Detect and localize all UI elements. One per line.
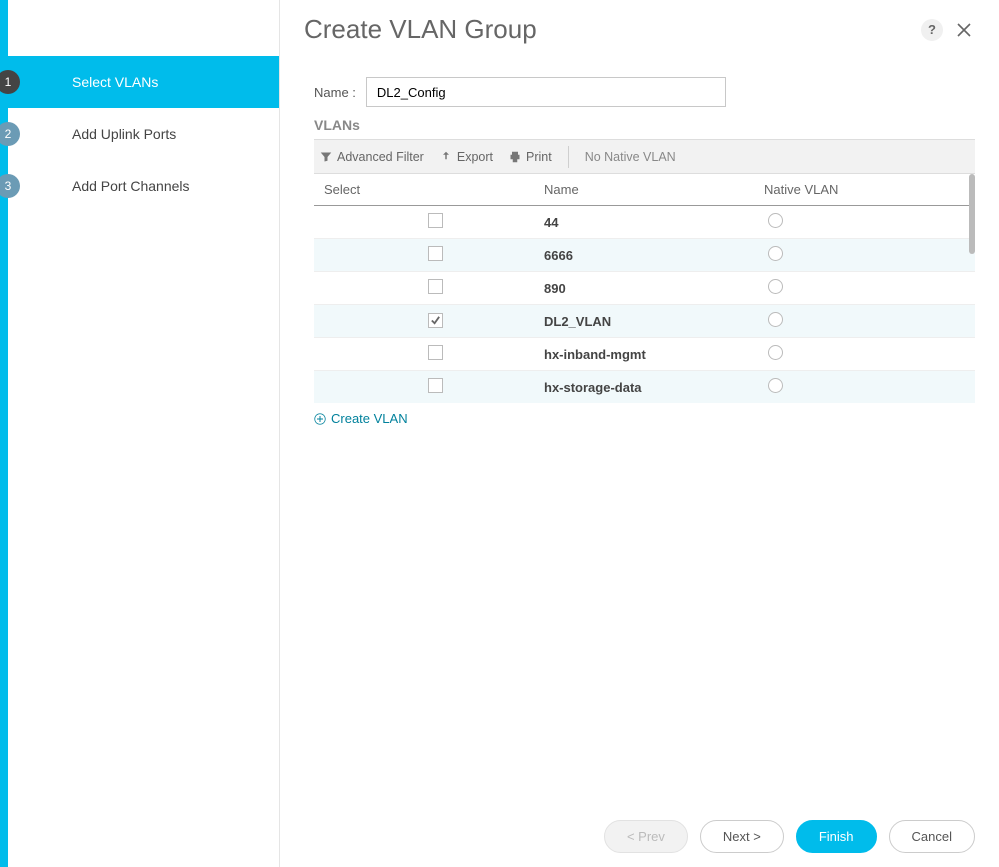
create-vlan-label: Create VLAN bbox=[331, 411, 408, 426]
select-checkbox[interactable] bbox=[428, 378, 443, 393]
select-checkbox[interactable] bbox=[428, 213, 443, 228]
step-label: Add Uplink Ports bbox=[72, 126, 176, 142]
native-vlan-radio[interactable] bbox=[768, 279, 783, 294]
wizard-sidebar: 1Select VLANs2Add Uplink Ports3Add Port … bbox=[8, 0, 280, 867]
vlan-name-cell: hx-inband-mgmt bbox=[534, 338, 754, 371]
advanced-filter-label: Advanced Filter bbox=[337, 150, 424, 164]
vlans-section-label: VLANs bbox=[314, 117, 975, 133]
select-checkbox[interactable] bbox=[428, 313, 443, 328]
help-icon[interactable]: ? bbox=[921, 19, 943, 41]
vlan-name-cell: 44 bbox=[534, 206, 754, 239]
table-row: hx-inband-mgmt bbox=[314, 338, 975, 371]
print-button[interactable]: Print bbox=[509, 150, 552, 164]
no-native-vlan-label: No Native VLAN bbox=[585, 150, 676, 164]
filter-icon bbox=[320, 151, 332, 163]
col-header-native: Native VLAN bbox=[754, 174, 975, 206]
export-icon bbox=[440, 151, 452, 163]
wizard-step-1[interactable]: 1Select VLANs bbox=[8, 56, 279, 108]
native-vlan-radio[interactable] bbox=[768, 345, 783, 360]
table-toolbar: Advanced Filter Export Print No Native V… bbox=[314, 140, 975, 174]
step-number-badge: 3 bbox=[0, 174, 20, 198]
scrollbar-thumb[interactable] bbox=[969, 174, 975, 254]
name-input[interactable] bbox=[366, 77, 726, 107]
select-checkbox[interactable] bbox=[428, 246, 443, 261]
main-panel: Create VLAN Group ? Name : VLANs Advance… bbox=[280, 0, 999, 867]
vlan-name-cell: 890 bbox=[534, 272, 754, 305]
wizard-footer: < Prev Next > Finish Cancel bbox=[304, 820, 975, 853]
vlan-name-cell: hx-storage-data bbox=[534, 371, 754, 404]
native-vlan-radio[interactable] bbox=[768, 378, 783, 393]
native-vlan-radio[interactable] bbox=[768, 246, 783, 261]
vlan-name-cell: 6666 bbox=[534, 239, 754, 272]
name-label: Name : bbox=[314, 85, 356, 100]
table-row: DL2_VLAN bbox=[314, 305, 975, 338]
table-row: 6666 bbox=[314, 239, 975, 272]
select-checkbox[interactable] bbox=[428, 345, 443, 360]
step-number-badge: 2 bbox=[0, 122, 20, 146]
wizard-step-3[interactable]: 3Add Port Channels bbox=[8, 160, 279, 212]
print-icon bbox=[509, 151, 521, 163]
export-button[interactable]: Export bbox=[440, 150, 493, 164]
plus-icon bbox=[314, 413, 326, 425]
create-vlan-link[interactable]: Create VLAN bbox=[314, 411, 408, 426]
export-label: Export bbox=[457, 150, 493, 164]
step-number-badge: 1 bbox=[0, 70, 20, 94]
wizard-step-2[interactable]: 2Add Uplink Ports bbox=[8, 108, 279, 160]
col-header-name: Name bbox=[534, 174, 754, 206]
table-row: 44 bbox=[314, 206, 975, 239]
toolbar-divider bbox=[568, 146, 569, 168]
prev-button: < Prev bbox=[604, 820, 688, 853]
next-button[interactable]: Next > bbox=[700, 820, 784, 853]
step-label: Add Port Channels bbox=[72, 178, 190, 194]
select-checkbox[interactable] bbox=[428, 279, 443, 294]
cancel-button[interactable]: Cancel bbox=[889, 820, 975, 853]
native-vlan-radio[interactable] bbox=[768, 213, 783, 228]
step-label: Select VLANs bbox=[72, 74, 158, 90]
page-title: Create VLAN Group bbox=[304, 14, 537, 45]
table-row: 890 bbox=[314, 272, 975, 305]
vlans-table: Select Name Native VLAN 446666890DL2_VLA… bbox=[314, 174, 975, 403]
native-vlan-radio[interactable] bbox=[768, 312, 783, 327]
close-icon[interactable] bbox=[953, 19, 975, 41]
advanced-filter-button[interactable]: Advanced Filter bbox=[320, 150, 424, 164]
table-row: hx-storage-data bbox=[314, 371, 975, 404]
vlan-name-cell: DL2_VLAN bbox=[534, 305, 754, 338]
print-label: Print bbox=[526, 150, 552, 164]
finish-button[interactable]: Finish bbox=[796, 820, 877, 853]
col-header-select: Select bbox=[314, 174, 534, 206]
